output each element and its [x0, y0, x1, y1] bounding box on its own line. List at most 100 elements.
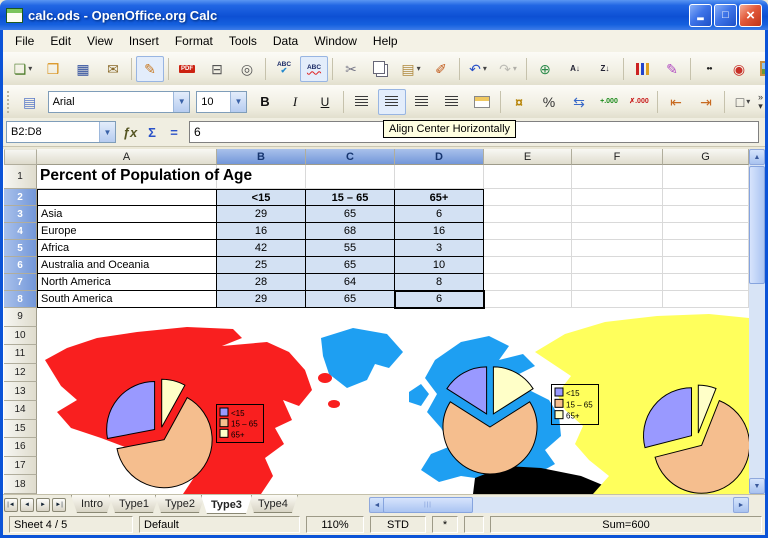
cell-B4[interactable]: 16: [217, 223, 306, 240]
cell-D7[interactable]: 8: [395, 274, 484, 291]
edit-file-button[interactable]: ✎: [136, 56, 164, 82]
copy-button[interactable]: [367, 56, 395, 82]
cell-B3[interactable]: 29: [217, 206, 306, 223]
cell-D4[interactable]: 16: [395, 223, 484, 240]
row-header-8[interactable]: 8: [4, 291, 37, 308]
dropdown-arrow-icon[interactable]: ▾: [417, 64, 421, 73]
cell-B5[interactable]: 42: [217, 240, 306, 257]
sort-descending-button[interactable]: Z↓: [591, 56, 619, 82]
standard-format-button[interactable]: ⇆: [565, 89, 593, 115]
align-right-button[interactable]: [408, 89, 436, 115]
dropdown-arrow-icon[interactable]: ▾: [28, 64, 32, 73]
dropdown-arrow-icon[interactable]: ▾: [513, 64, 517, 73]
column-header-F[interactable]: F: [572, 149, 663, 165]
dropdown-arrow-icon[interactable]: ▼: [173, 92, 189, 112]
row-header-12[interactable]: 12: [4, 364, 37, 383]
menu-format[interactable]: Format: [167, 32, 221, 50]
last-sheet-button[interactable]: ►|: [52, 498, 66, 512]
menu-file[interactable]: File: [7, 32, 42, 50]
vertical-scroll-thumb[interactable]: [749, 166, 765, 284]
scroll-up-icon[interactable]: ▲: [749, 149, 765, 165]
row-header-1[interactable]: 1: [4, 165, 37, 189]
row-header-11[interactable]: 11: [4, 345, 37, 364]
grid[interactable]: Percent of Population of Age <1515 – 656…: [37, 165, 749, 494]
row-header-4[interactable]: 4: [4, 223, 37, 240]
draw-functions-button[interactable]: ✎: [658, 56, 686, 82]
cell-C2[interactable]: 15 – 65: [306, 189, 395, 206]
sheet-tab-intro[interactable]: Intro: [71, 495, 113, 513]
row-header-16[interactable]: 16: [4, 438, 37, 457]
cell-A3[interactable]: Asia: [37, 206, 217, 223]
cell-C5[interactable]: 55: [306, 240, 395, 257]
borders-button[interactable]: □▾: [729, 89, 757, 115]
cell-B2[interactable]: <15: [217, 189, 306, 206]
active-cell-border[interactable]: [394, 290, 485, 309]
sheet-tab-type3[interactable]: Type3: [201, 495, 252, 514]
cell-C4[interactable]: 68: [306, 223, 395, 240]
add-decimal-button[interactable]: +.000: [595, 89, 623, 115]
sum-button[interactable]: Σ: [141, 121, 163, 143]
row-header-14[interactable]: 14: [4, 401, 37, 420]
column-header-A[interactable]: A: [37, 149, 217, 165]
row-header-3[interactable]: 3: [4, 206, 37, 223]
cell-D6[interactable]: 10: [395, 257, 484, 274]
email-button[interactable]: ✉: [99, 56, 127, 82]
menu-edit[interactable]: Edit: [42, 32, 79, 50]
delete-decimal-button[interactable]: ✗.000: [625, 89, 653, 115]
underline-button[interactable]: U: [311, 89, 339, 115]
row-header-9[interactable]: 9: [4, 308, 37, 327]
menu-window[interactable]: Window: [306, 32, 365, 50]
align-justify-button[interactable]: [438, 89, 466, 115]
function-button[interactable]: =: [163, 121, 185, 143]
sheet-tab-type4[interactable]: Type4: [248, 495, 298, 513]
cell-C8[interactable]: 65: [306, 291, 395, 308]
row-header-17[interactable]: 17: [4, 457, 37, 476]
navigator-button[interactable]: ◉: [725, 56, 753, 82]
column-header-C[interactable]: C: [306, 149, 395, 165]
currency-format-button[interactable]: ¤: [505, 89, 533, 115]
row-header-2[interactable]: 2: [4, 189, 37, 206]
cell-C6[interactable]: 65: [306, 257, 395, 274]
row-header-10[interactable]: 10: [4, 327, 37, 346]
cell-A4[interactable]: Europe: [37, 223, 217, 240]
hyperlink-button[interactable]: ⊕: [531, 56, 559, 82]
row-header-5[interactable]: 5: [4, 240, 37, 257]
new-document-button[interactable]: ❏▾: [9, 56, 37, 82]
autospellcheck-button[interactable]: ABC: [300, 56, 328, 82]
align-left-button[interactable]: [348, 89, 376, 115]
dropdown-arrow-icon[interactable]: ▾: [746, 97, 750, 106]
next-sheet-button[interactable]: ►: [36, 498, 50, 512]
page-preview-button[interactable]: ◎: [233, 56, 261, 82]
name-box[interactable]: B2:D8 ▼: [6, 121, 116, 143]
menu-help[interactable]: Help: [365, 32, 406, 50]
font-size-combo[interactable]: 10 ▼: [196, 91, 247, 113]
column-header-E[interactable]: E: [484, 149, 572, 165]
cell-C7[interactable]: 64: [306, 274, 395, 291]
cell-A5[interactable]: Africa: [37, 240, 217, 257]
minimize-button[interactable]: [689, 4, 712, 27]
row-header-15[interactable]: 15: [4, 420, 37, 439]
first-sheet-button[interactable]: |◄: [4, 498, 18, 512]
column-header-G[interactable]: G: [663, 149, 749, 165]
find-replace-button[interactable]: ●●: [695, 56, 723, 82]
horizontal-scrollbar[interactable]: ◄ ||| ►: [369, 497, 749, 513]
menu-tools[interactable]: Tools: [221, 32, 265, 50]
dropdown-arrow-icon[interactable]: ▼: [230, 92, 246, 112]
cell-D3[interactable]: 6: [395, 206, 484, 223]
insert-chart-button[interactable]: [628, 56, 656, 82]
bold-button[interactable]: B: [251, 89, 279, 115]
cell-D2[interactable]: 65+: [395, 189, 484, 206]
select-all-corner[interactable]: [4, 149, 37, 165]
column-header-D[interactable]: D: [395, 149, 484, 165]
decrease-indent-button[interactable]: ⇤: [662, 89, 690, 115]
scroll-right-icon[interactable]: ►: [733, 497, 749, 513]
paste-button[interactable]: ▤▾: [397, 56, 425, 82]
dropdown-arrow-icon[interactable]: ▼: [99, 122, 115, 142]
cut-button[interactable]: ✂: [337, 56, 365, 82]
menu-view[interactable]: View: [79, 32, 121, 50]
status-mode[interactable]: STD: [370, 516, 426, 533]
cell-B7[interactable]: 28: [217, 274, 306, 291]
sheet-tab-type2[interactable]: Type2: [155, 495, 205, 513]
percent-format-button[interactable]: %: [535, 89, 563, 115]
menu-insert[interactable]: Insert: [121, 32, 167, 50]
